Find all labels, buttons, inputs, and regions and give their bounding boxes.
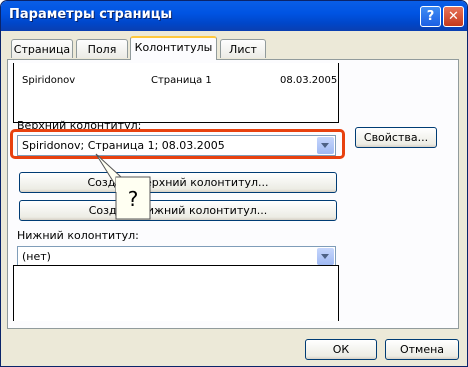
page-setup-dialog: Параметры страницы ? ✕ Страница Поля Кол… bbox=[0, 0, 468, 367]
callout-question-mark: ? bbox=[128, 187, 139, 211]
question-callout: ? bbox=[95, 153, 151, 220]
tab-header-footer[interactable]: Колонтитулы bbox=[130, 36, 217, 60]
